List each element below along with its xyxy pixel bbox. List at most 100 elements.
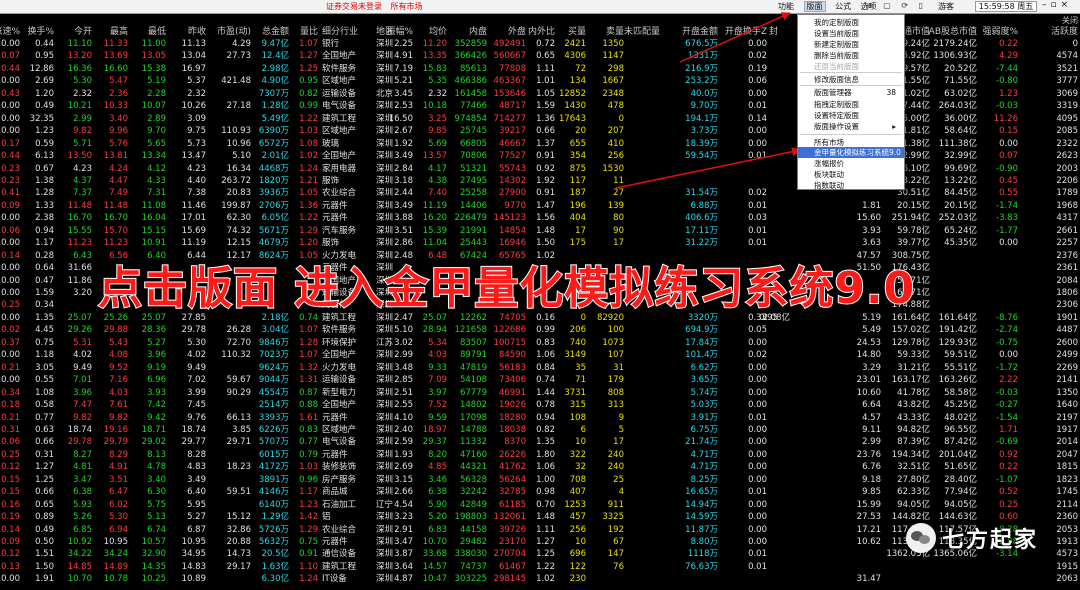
layout-menu-item[interactable]: 版面管理器 38: [798, 87, 904, 98]
table-row[interactable]: 0.21 3.05 9.49 9.52 9.19 9.49 9624万 1.32 火力发电 深圳 3…: [0, 362, 1080, 374]
table-cell: 江苏: [376, 337, 394, 348]
table-cell: 2.51: [394, 387, 413, 398]
table-row[interactable]: 0.31 0.63 18.74 19.16 18.71 18.74 3.85 6226万 0.8…: [0, 424, 1080, 436]
table-row[interactable]: 0.37 0.75 5.31 5.43 5.27 5.30 72.70 9846万 1.28 环境…: [0, 337, 1080, 349]
table-row[interactable]: 0.13 1.50 14.85 14.89 14.35 14.83 29.17 1.63亿 1.…: [0, 561, 1080, 573]
table-row[interactable]: 0.06 0.66 29.78 29.79 29.02 29.77 29.71 5707万 0.…: [0, 436, 1080, 448]
layout-menu-item[interactable]: 涨幅报价: [798, 158, 904, 169]
table-row[interactable]: 0.18 0.58 7.47 7.61 7.42 7.45 2514万 0.88 全国地产 深圳 2…: [0, 399, 1080, 411]
column-header[interactable]: 内盘: [469, 24, 487, 37]
table-row[interactable]: 0.02 4.45 29.26 29.88 28.36 29.78 26.28 3.04亿 1.…: [0, 324, 1080, 336]
column-header[interactable]: 今开: [74, 24, 92, 37]
table-cell: 0.00: [1, 126, 20, 137]
menu-layout[interactable]: 版面: [803, 1, 826, 12]
column-header[interactable]: 内外比: [528, 24, 555, 37]
table-row[interactable]: 0.16 0.65 5.93 6.02 5.75 5.95 6140万 1.23 石油加工 辽宁 4…: [0, 499, 1080, 511]
phone-icon[interactable]: ▯: [919, 1, 923, 10]
column-header[interactable]: 开盘换手Z: [725, 24, 767, 37]
table-row[interactable]: 0.15 1.25 3.47 3.51 3.40 3.49 3891万 0.96 房产服务 深圳 3…: [0, 474, 1080, 486]
table-cell: 3.97: [428, 387, 447, 398]
table-row[interactable]: 0.41 1.28 7.37 7.49 7.31 7.38 20.83 3936万 1.05 农业…: [0, 187, 1080, 199]
table-cell: 0.00: [1, 288, 20, 298]
table-row[interactable]: 0.00 32.35 2.99 3.40 2.89 3.09 5.49亿 1.22 建筑工程 深圳…: [0, 113, 1080, 125]
minimize-icon[interactable]: –: [1042, 0, 1047, 10]
user-label[interactable]: 游客: [938, 1, 954, 12]
layout-menu-item[interactable]: 拖拽定制版面: [798, 99, 904, 110]
table-row[interactable]: 0.00 2.38 16.70 16.70 16.04 17.01 62.30 6.05亿 1.…: [0, 212, 1080, 224]
table-cell: -0.69: [996, 437, 1018, 448]
table-cell: 全国地产: [322, 151, 357, 162]
layout-menu-item[interactable]: 修改版面信息: [798, 74, 904, 85]
column-header[interactable]: 强弱度%: [982, 24, 1018, 37]
layout-menu-item[interactable]: 设置当前版面: [798, 28, 904, 39]
table-row[interactable]: 0.00 2.69 5.30 5.47 5.19 5.37 421.48 4.90亿 0.95 区…: [0, 75, 1080, 87]
close-icon[interactable]: ×: [1061, 0, 1069, 10]
column-header[interactable]: 卖量: [606, 24, 624, 37]
column-header[interactable]: 细分行业: [322, 24, 358, 37]
column-header[interactable]: 最高: [110, 24, 128, 37]
column-header[interactable]: 开盘金额: [682, 24, 718, 37]
table-cell: 5.74万: [690, 387, 718, 398]
table-row[interactable]: 0.15 0.66 6.38 6.47 6.30 6.40 59.51 4146万 1.17 商品…: [0, 486, 1080, 498]
table-cell: 62.33亿: [897, 487, 930, 498]
column-header[interactable]: AB股总市值: [929, 24, 977, 37]
layout-menu-item[interactable]: 我的定制版面: [798, 17, 904, 28]
column-header[interactable]: 活跃度: [1051, 24, 1078, 37]
table-cell: 2.69: [35, 76, 54, 87]
column-header[interactable]: 总金额: [262, 24, 289, 37]
column-header[interactable]: 昨收: [188, 24, 206, 37]
table-row[interactable]: 0.44 6.13 13.50 13.81 13.34 13.47 5.10 2.01亿 1.0…: [0, 150, 1080, 162]
table-row[interactable]: 0.00 1.18 4.02 4.08 3.96 4.02 110.32 7023万 1.07 全…: [0, 349, 1080, 361]
table-row[interactable]: 0.06 0.94 15.55 15.70 15.15 15.69 74.32 5671万 1.…: [0, 225, 1080, 237]
table-row[interactable]: 0.00 1.23 9.82 9.96 9.70 9.75 110.93 6390万 1.03 区…: [0, 125, 1080, 137]
table-row[interactable]: 0.09 1.33 11.48 11.48 11.08 11.46 199.87 2706万 1…: [0, 200, 1080, 212]
table-row[interactable]: 0.00 0.49 10.21 10.33 10.07 10.26 27.18 1.28亿 0.…: [0, 100, 1080, 112]
table-row[interactable]: 0.00 0.55 7.01 7.16 6.96 7.02 59.67 9044万 1.31 运输…: [0, 374, 1080, 386]
column-header[interactable]: 外盘: [508, 24, 526, 37]
menu-formula[interactable]: 公式: [835, 2, 851, 11]
refresh-icon[interactable]: ⟳: [901, 1, 908, 10]
layout-menu-item[interactable]: 版面操作设置 ▸: [798, 121, 904, 132]
table-row[interactable]: 0.12 1.27 4.81 4.91 4.78 4.83 18.23 4172万 1.03 装修…: [0, 461, 1080, 473]
table-cell: 11.23: [67, 238, 92, 249]
all-markets-link[interactable]: 所有市场: [391, 2, 423, 11]
column-header[interactable]: 量比: [300, 24, 318, 37]
column-header[interactable]: 未匹配量: [624, 24, 660, 37]
table-row[interactable]: 0.07 0.95 13.20 13.69 13.05 13.04 27.73 12.4亿 1.…: [0, 50, 1080, 62]
layout-menu-item[interactable]: 新建定制版面: [798, 39, 904, 50]
table-row[interactable]: 0.23 0.67 4.23 4.24 4.12 4.23 16.34 4468万 1.24 家用…: [0, 163, 1080, 175]
column-header[interactable]: 封: [769, 24, 778, 37]
table-cell: 1.63亿: [261, 561, 289, 572]
layout-menu-item[interactable]: 板块联动: [798, 169, 904, 180]
table-row[interactable]: 0.00 0.44 11.10 11.33 11.00 11.13 4.29 9.47亿 1.0…: [0, 38, 1080, 50]
trade-login-status[interactable]: 证券交易未登录: [326, 2, 382, 11]
table-cell: 11.00: [141, 39, 166, 49]
column-header[interactable]: 涨速%: [0, 24, 20, 37]
table-cell: 18.23: [226, 462, 251, 473]
column-header[interactable]: 市盈(动): [217, 24, 251, 37]
menu-icon[interactable]: ≡: [866, 1, 873, 10]
column-header[interactable]: 均价: [429, 24, 447, 37]
table-row[interactable]: 0.23 1.38 4.37 4.47 4.33 4.40 263.72 1820万 1.21 服…: [0, 175, 1080, 187]
layout-menu-item[interactable]: 设置特定版面: [798, 110, 904, 121]
table-row[interactable]: 0.43 1.20 2.32 2.36 2.28 2.32 7307万 0.82 运输设备 北京 3…: [0, 88, 1080, 100]
layout-menu-item[interactable]: 指数联动: [798, 180, 904, 191]
layout-menu-item[interactable]: 删除当前版面: [798, 50, 904, 61]
table-row[interactable]: 0.00 1.91 10.70 10.78 10.25 10.89 6.30亿 1.24 IT设…: [0, 573, 1080, 585]
table-row[interactable]: 0.17 0.59 5.71 5.76 5.65 5.73 10.96 6572万 1.08 玻璃…: [0, 138, 1080, 150]
table-row[interactable]: 0.21 0.77 9.82 9.82 9.42 9.76 66.13 3393万 1.61 元器…: [0, 412, 1080, 424]
menu-function[interactable]: 功能: [778, 2, 794, 11]
table-row[interactable]: 0.25 0.31 8.27 8.29 8.13 8.28 6015万 0.79 元器件 深圳 1.…: [0, 449, 1080, 461]
column-header[interactable]: 换手%: [27, 24, 54, 37]
window-icon[interactable]: ▢: [883, 1, 891, 10]
table-row[interactable]: 0.34 1.08 3.96 4.03 3.93 3.99 90.29 4554万 0.87 新型…: [0, 387, 1080, 399]
column-header[interactable]: 振幅%: [386, 24, 413, 37]
column-header[interactable]: 最低: [148, 24, 166, 37]
column-header[interactable]: 买量: [568, 24, 586, 37]
layout-menu-item[interactable]: 金甲量化模拟练习系统9.0: [798, 147, 904, 158]
table-cell: 13.34: [141, 151, 166, 162]
table-cell: 59.67: [226, 375, 251, 386]
maximize-icon[interactable]: ▫: [1051, 0, 1057, 10]
table-row[interactable]: 0.44 12.86 16.36 16.60 15.38 16.97 2.98亿 1.25 软件…: [0, 63, 1080, 75]
table-row[interactable]: 0.00 1.17 11.23 11.23 10.91 11.19 12.15 4679万 1.…: [0, 237, 1080, 249]
